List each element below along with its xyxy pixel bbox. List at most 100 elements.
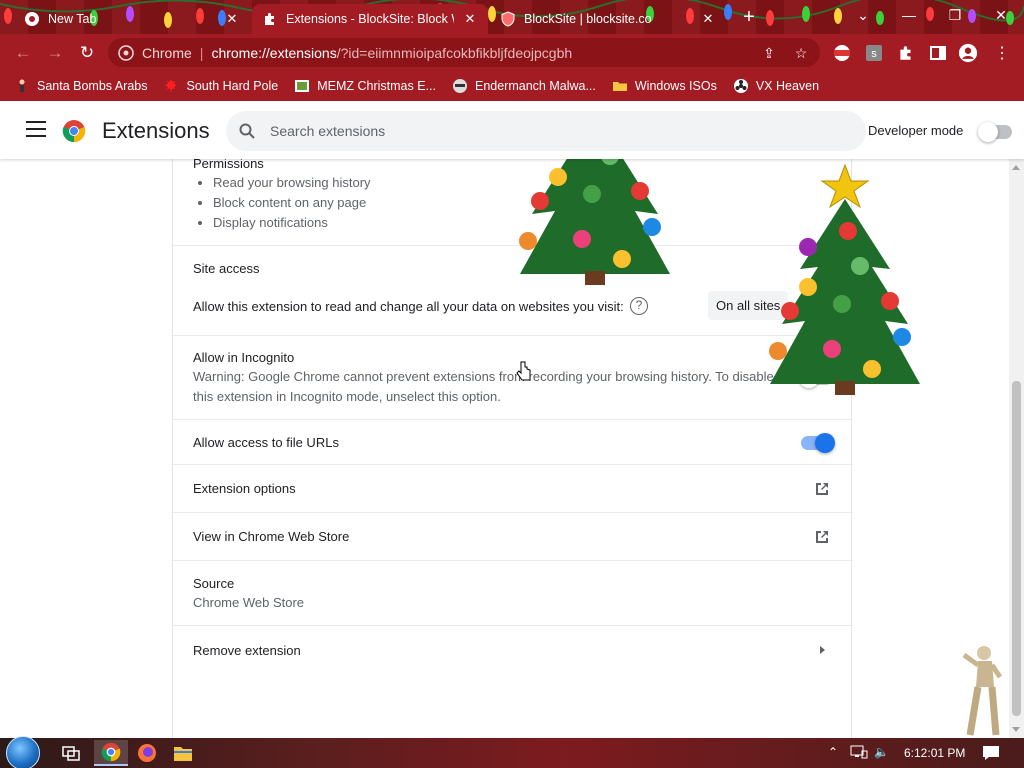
- dancing-figure-decoration: [962, 646, 1003, 736]
- restore-button[interactable]: ❐: [932, 0, 978, 30]
- folder-icon: [612, 82, 627, 91]
- omnibox-separator: |: [199, 44, 204, 61]
- flag-extension-icon[interactable]: [832, 43, 852, 63]
- file-explorer-taskbar-icon[interactable]: [166, 740, 200, 766]
- site-access-select[interactable]: On all sites: [708, 291, 789, 320]
- notifications-icon[interactable]: [982, 745, 1000, 764]
- bookmark-vx-heaven[interactable]: VX Heaven: [733, 78, 819, 94]
- help-icon[interactable]: ?: [630, 297, 648, 315]
- reload-icon[interactable]: ↻: [74, 40, 100, 66]
- start-button[interactable]: [6, 736, 40, 768]
- source-section: Source Chrome Web Store: [173, 561, 853, 626]
- open-in-new-icon[interactable]: [813, 480, 831, 498]
- bookmark-label: Endermanch Malwa...: [474, 79, 596, 93]
- permissions-list: Read your browsing history Block content…: [213, 173, 371, 233]
- remove-extension-row[interactable]: Remove extension: [173, 626, 853, 674]
- task-view-icon[interactable]: [54, 740, 88, 766]
- site-access-description: Allow this extension to read and change …: [193, 299, 624, 314]
- incognito-warning-line2: this extension in Incognito mode, unsele…: [193, 389, 501, 404]
- s-extension-icon[interactable]: s: [864, 43, 884, 63]
- url-host: chrome://extensions: [211, 44, 337, 61]
- svg-text:s: s: [871, 48, 877, 60]
- site-access-section: Site access Allow this extension to read…: [173, 246, 853, 336]
- bookmark-windows-isos[interactable]: Windows ISOs: [612, 78, 717, 94]
- bookmark-memz-christmas[interactable]: MEMZ Christmas E...: [294, 78, 436, 94]
- web-store-label: View in Chrome Web Store: [193, 529, 350, 544]
- search-extensions-box[interactable]: [226, 111, 866, 151]
- biohazard-icon: [733, 79, 748, 93]
- share-icon[interactable]: ⇪: [760, 44, 778, 62]
- puzzle-piece-icon: [265, 13, 274, 25]
- url-path: /?id=eiimnmioipafcokbfikbljfdeojpcgbh: [336, 44, 573, 61]
- tab-new-tab[interactable]: New Tab ✕: [14, 4, 250, 34]
- page-scrollbar[interactable]: [1009, 159, 1024, 738]
- extensions-puzzle-icon[interactable]: [896, 43, 916, 63]
- back-arrow-icon[interactable]: ←: [10, 40, 36, 66]
- incognito-toggle[interactable]: [799, 368, 833, 388]
- kebab-menu-icon[interactable]: ⋮: [992, 43, 1012, 63]
- chrome-favicon-icon: [25, 12, 39, 26]
- tab-strip: New Tab ✕ Extensions - BlockSite: Block …: [0, 0, 1024, 34]
- permission-item: Display notifications: [213, 213, 371, 233]
- scroll-down-arrow-icon[interactable]: [1012, 727, 1020, 732]
- close-window-button[interactable]: ✕: [978, 0, 1024, 30]
- new-tab-button[interactable]: +: [738, 6, 760, 28]
- taskbar-clock[interactable]: 6:12:01 PM: [904, 746, 965, 760]
- page-title: Extensions: [102, 118, 210, 143]
- search-input[interactable]: [270, 123, 830, 139]
- file-urls-toggle[interactable]: [801, 433, 835, 453]
- tab-title: New Tab: [48, 12, 97, 26]
- tab-extensions[interactable]: Extensions - BlockSite: Block Web ✕: [252, 4, 488, 34]
- permissions-heading: Permissions: [193, 159, 264, 171]
- browser-toolbar: ← → ↻ Chrome | chrome://extensions/?id=e…: [0, 34, 1024, 71]
- site-label: Chrome: [142, 44, 192, 61]
- web-store-row[interactable]: View in Chrome Web Store: [173, 513, 853, 561]
- developer-mode-toggle[interactable]: [978, 122, 1012, 142]
- site-info-chip[interactable]: Chrome: [108, 45, 192, 61]
- permissions-section: Permissions Read your browsing history B…: [173, 159, 853, 246]
- tab-blocksite[interactable]: BlockSite | blocksite.co ✕: [490, 4, 726, 34]
- incognito-warning-line1: Warning: Google Chrome cannot prevent ex…: [193, 369, 774, 384]
- incognito-heading: Allow in Incognito: [193, 350, 295, 365]
- chevron-right-icon: [820, 646, 825, 654]
- site-access-heading: Site access: [193, 261, 260, 276]
- network-icon[interactable]: [850, 745, 868, 762]
- main-content: Permissions Read your browsing history B…: [0, 159, 1024, 738]
- scroll-up-arrow-icon[interactable]: [1012, 165, 1020, 170]
- remove-extension-label: Remove extension: [193, 643, 301, 658]
- firefox-taskbar-icon[interactable]: [130, 740, 164, 766]
- profile-avatar-icon[interactable]: [958, 43, 978, 63]
- bookmark-santa-bombs-arabs[interactable]: Santa Bombs Arabs: [14, 78, 147, 94]
- close-tab-icon[interactable]: ✕: [224, 11, 240, 27]
- show-hidden-icons-icon[interactable]: ⌃: [828, 745, 838, 759]
- file-urls-label: Allow access to file URLs: [193, 435, 339, 450]
- maple-leaf-icon: [165, 79, 178, 93]
- open-in-new-icon[interactable]: [813, 528, 831, 546]
- hamburger-menu-icon[interactable]: [26, 121, 46, 137]
- close-tab-icon[interactable]: ✕: [700, 11, 716, 27]
- chrome-logo-icon: [62, 120, 86, 143]
- search-icon: [239, 123, 255, 139]
- scrollbar-thumb[interactable]: [1012, 381, 1021, 716]
- minimize-button[interactable]: —: [886, 0, 932, 30]
- source-heading: Source: [193, 576, 235, 591]
- bookmark-label: Windows ISOs: [634, 79, 717, 93]
- forward-arrow-icon[interactable]: →: [42, 40, 68, 66]
- bookmark-label: VX Heaven: [755, 79, 820, 93]
- volume-icon[interactable]: 🔈: [874, 745, 889, 759]
- extension-options-row[interactable]: Extension options: [173, 465, 853, 513]
- tab-title: BlockSite | blocksite.co: [524, 12, 652, 26]
- developer-mode-label: Developer mode: [868, 123, 964, 138]
- chrome-taskbar-icon[interactable]: [94, 740, 128, 766]
- bookmark-south-hard-pole[interactable]: South Hard Pole: [163, 78, 278, 94]
- bookmark-label: South Hard Pole: [186, 79, 279, 93]
- tab-search-chevron-icon[interactable]: ⌄: [840, 0, 886, 30]
- bookmark-star-icon[interactable]: ☆: [792, 44, 810, 62]
- extension-options-label: Extension options: [193, 481, 296, 496]
- close-tab-icon[interactable]: ✕: [462, 11, 478, 27]
- bookmarks-bar: Santa Bombs Arabs South Hard Pole MEMZ C…: [0, 71, 1024, 101]
- side-panel-icon[interactable]: [928, 43, 948, 63]
- bookmark-endermanch-malware[interactable]: Endermanch Malwa...: [452, 78, 596, 94]
- permission-item: Read your browsing history: [213, 173, 371, 193]
- address-bar[interactable]: Chrome | chrome://extensions/?id=eiimnmi…: [108, 38, 820, 67]
